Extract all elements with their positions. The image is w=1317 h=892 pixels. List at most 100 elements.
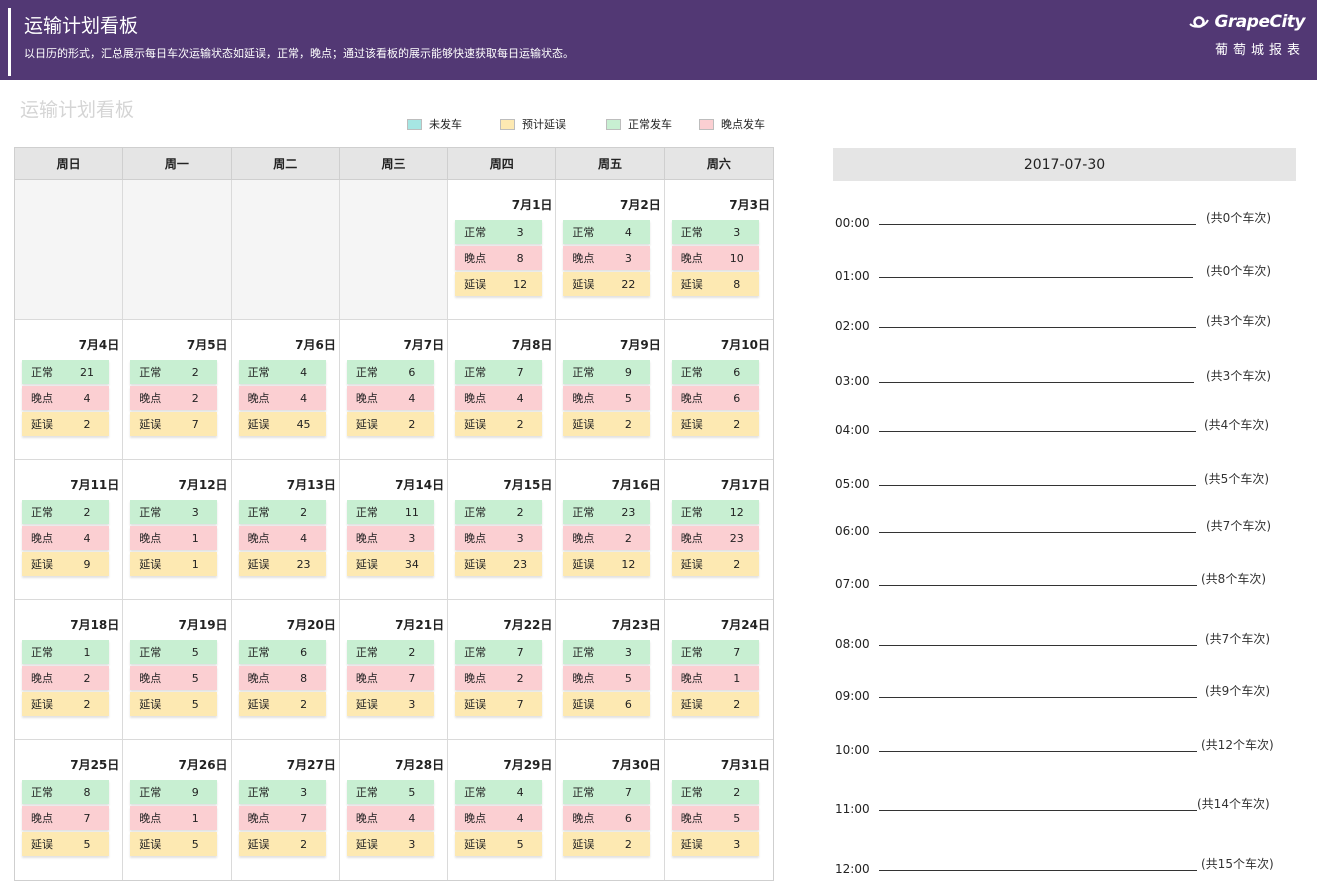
- stat-value: 9: [191, 785, 199, 799]
- day-cell[interactable]: 7月6日 正常 4 晚点 4 延误 45: [231, 320, 340, 460]
- stat-label: 正常: [31, 646, 53, 659]
- day-cell[interactable]: 7月11日 正常 2 晚点 4 延误 9: [15, 460, 124, 600]
- stat-label: 正常: [680, 226, 703, 239]
- stat-label: 延误: [31, 838, 53, 851]
- day-date: 7月25日: [70, 758, 120, 772]
- hour-line: [879, 277, 1193, 278]
- day-cell[interactable]: 7月29日 正常 4 晚点 4 延误 5: [448, 740, 557, 880]
- stat-value: 6: [733, 391, 741, 405]
- day-cell[interactable]: 7月27日 正常 3 晚点 7 延误 2: [232, 740, 340, 880]
- stat-label: 延误: [680, 698, 703, 711]
- stat-value: 7: [408, 671, 416, 685]
- stat-late: 晚点 8: [455, 246, 543, 270]
- stat-late: 晚点 23: [671, 526, 759, 550]
- day-stats: 正常 3 晚点 10 延误 8: [671, 220, 759, 298]
- day-cell[interactable]: 7月12日 正常 3 晚点 1 延误 1: [123, 460, 232, 600]
- stat-delay: 延误 2: [238, 692, 326, 716]
- day-cell[interactable]: 7月7日 正常 6 晚点 4 延误 2: [339, 320, 449, 460]
- day-cell[interactable]: 7月9日 正常 9 晚点 5 延误 2: [556, 320, 665, 460]
- stat-value: 2: [83, 417, 91, 431]
- stat-late: 晚点 6: [671, 386, 759, 410]
- hour-count: (共3个车次): [1206, 369, 1271, 383]
- day-cell[interactable]: 7月8日 正常 7 晚点 4 延误 2: [448, 320, 557, 460]
- day-stats: 正常 2 晚点 7 延误 3: [346, 640, 434, 718]
- day-stats: 正常 2 晚点 4 延误 9: [22, 500, 109, 578]
- day-cell[interactable]: 7月22日 正常 7 晚点 2 延误 7: [448, 600, 557, 740]
- hour-time: 00:00: [835, 216, 870, 230]
- day-cell[interactable]: 7月15日 正常 2 晚点 3 延误 23: [448, 460, 557, 600]
- stat-delay: 延误 3: [671, 832, 759, 856]
- empty-day-cell: [123, 180, 232, 320]
- day-cell[interactable]: 7月19日 正常 5 晚点 5 延误 5: [123, 600, 232, 740]
- stat-label: 正常: [680, 646, 703, 659]
- day-cell[interactable]: 7月24日 正常 7 晚点 1 延误 2: [664, 600, 773, 740]
- day-date: 7月29日: [503, 758, 553, 772]
- legend-label: 未发车: [429, 118, 462, 131]
- stat-label: 延误: [139, 838, 162, 851]
- stat-label: 延误: [572, 698, 595, 711]
- day-stats: 正常 2 晚点 4 延误 23: [238, 500, 326, 578]
- day-cell[interactable]: 7月10日 正常 6 晚点 6 延误 2: [664, 320, 773, 460]
- day-stats: 正常 6 晚点 8 延误 2: [238, 640, 326, 718]
- stat-value: 4: [300, 365, 308, 379]
- day-date: 7月28日: [395, 758, 445, 772]
- stat-late: 晚点 4: [346, 806, 434, 830]
- day-cell[interactable]: 7月4日 正常 21 晚点 4 延误 2: [15, 320, 124, 460]
- day-cell[interactable]: 7月2日 正常 4 晚点 3 延误 22: [556, 180, 665, 320]
- stat-delay: 延误 45: [238, 412, 326, 436]
- stat-value: 4: [516, 811, 524, 825]
- stat-delay: 延误 5: [130, 832, 218, 856]
- day-cell[interactable]: 7月16日 正常 23 晚点 2 延误 12: [556, 460, 665, 600]
- stat-label: 延误: [355, 698, 378, 711]
- stat-value: 5: [191, 837, 199, 851]
- hour-row: 12:00 (共15个车次): [833, 857, 1296, 879]
- stat-late: 晚点 4: [455, 386, 543, 410]
- day-stats: 正常 7 晚点 1 延误 2: [671, 640, 759, 718]
- stat-label: 晚点: [139, 392, 162, 405]
- stat-normal: 正常 2: [22, 500, 109, 524]
- day-cell[interactable]: 7月18日 正常 1 晚点 2 延误 2: [15, 600, 124, 740]
- stat-delay: 延误 5: [455, 832, 543, 856]
- day-date: 7月22日: [503, 618, 553, 632]
- stat-normal: 正常 3: [563, 640, 651, 664]
- hour-line: [879, 585, 1197, 586]
- day-stats: 正常 3 晚点 8 延误 12: [455, 220, 543, 298]
- stat-label: 正常: [247, 646, 270, 659]
- stat-value: 3: [733, 837, 741, 851]
- stat-value: 11: [404, 505, 419, 519]
- day-cell[interactable]: 7月1日 正常 3 晚点 8 延误 12: [448, 180, 557, 320]
- day-cell[interactable]: 7月20日 正常 6 晚点 8 延误 2: [231, 600, 340, 740]
- hour-line: [879, 224, 1196, 225]
- stat-value: 3: [733, 225, 741, 239]
- stat-label: 延误: [355, 838, 378, 851]
- stat-normal: 正常 7: [455, 360, 543, 384]
- day-cell[interactable]: 7月13日 正常 2 晚点 4 延误 23: [231, 460, 340, 600]
- day-cell[interactable]: 7月25日 正常 8 晚点 7 延误 5: [15, 740, 124, 880]
- day-cell[interactable]: 7月28日 正常 5 晚点 4 延误 3: [340, 740, 449, 880]
- day-cell[interactable]: 7月3日 正常 3 晚点 10 延误 8: [664, 180, 773, 320]
- stat-late: 晚点 10: [671, 246, 759, 270]
- day-cell[interactable]: 7月23日 正常 3 晚点 5 延误 6: [556, 600, 665, 740]
- day-cell[interactable]: 7月26日 正常 9 晚点 1 延误 5: [123, 740, 232, 880]
- hour-row: 06:00 (共7个车次): [833, 519, 1296, 541]
- day-cell[interactable]: 7月21日 正常 2 晚点 7 延误 3: [339, 600, 449, 740]
- stat-value: 23: [729, 531, 744, 545]
- stat-value: 5: [733, 811, 741, 825]
- day-cell[interactable]: 7月31日 正常 2 晚点 5 延误 3: [665, 740, 773, 880]
- stat-label: 晚点: [355, 812, 378, 825]
- day-date: 7月26日: [178, 758, 228, 772]
- stat-late: 晚点 1: [671, 666, 759, 690]
- day-cell[interactable]: 7月17日 正常 12 晚点 23 延误 2: [664, 460, 773, 600]
- day-cell[interactable]: 7月5日 正常 2 晚点 2 延误 7: [123, 320, 232, 460]
- stat-label: 正常: [464, 646, 487, 659]
- stat-value: 6: [733, 365, 741, 379]
- stat-late: 晚点 4: [455, 806, 543, 830]
- stat-value: 6: [300, 645, 308, 659]
- day-cell[interactable]: 7月30日 正常 7 晚点 6 延误 2: [556, 740, 665, 880]
- hour-row: 02:00 (共3个车次): [833, 314, 1296, 336]
- stat-label: 晚点: [680, 672, 703, 685]
- stat-label: 正常: [355, 506, 378, 519]
- day-cell[interactable]: 7月14日 正常 11 晚点 3 延误 34: [339, 460, 449, 600]
- stat-value: 1: [191, 811, 199, 825]
- stat-normal: 正常 11: [346, 500, 434, 524]
